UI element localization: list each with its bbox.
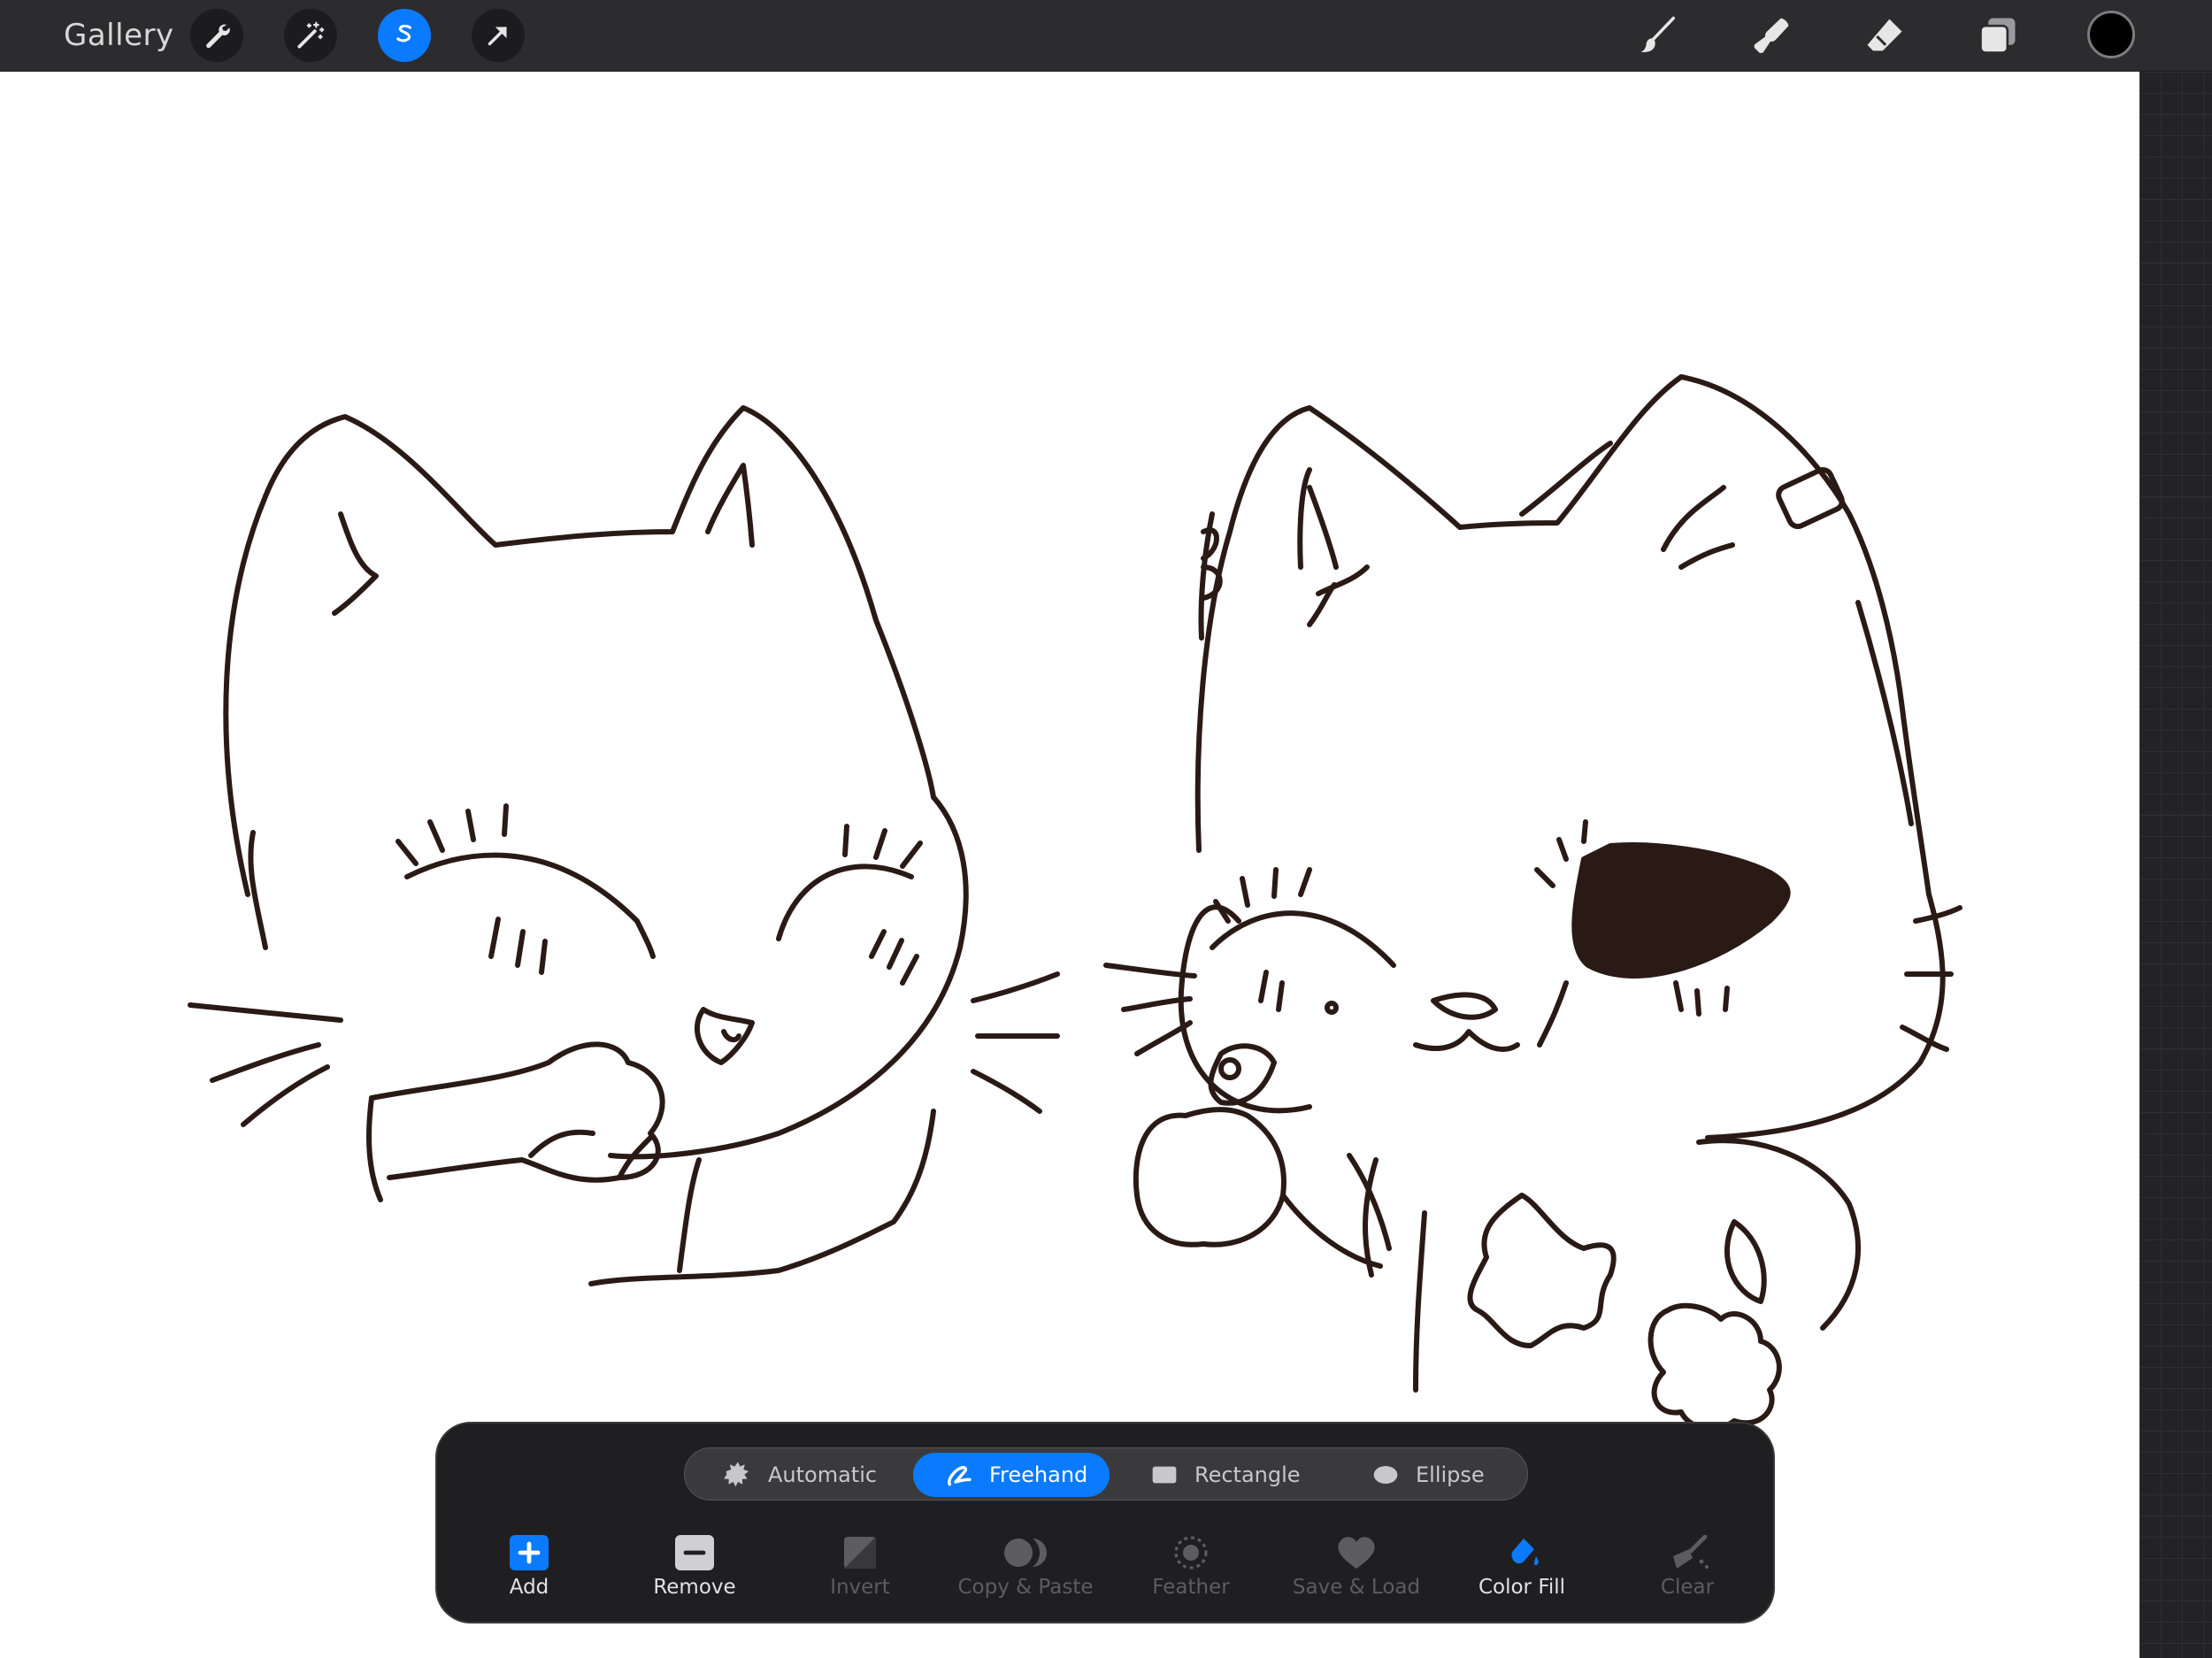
save-load-button[interactable]: Save & Load <box>1286 1533 1427 1613</box>
eraser-button[interactable] <box>1860 12 1909 58</box>
color-fill-button[interactable]: Color Fill <box>1451 1533 1593 1613</box>
copy-paste-icon <box>1004 1539 1047 1567</box>
mode-rectangle[interactable]: Rectangle <box>1118 1453 1331 1497</box>
freehand-lasso-icon <box>948 1465 972 1486</box>
magic-wand-icon <box>297 21 325 49</box>
invert-icon <box>844 1537 876 1569</box>
eraser-icon <box>1867 19 1902 51</box>
plus-square-icon <box>510 1535 549 1570</box>
selection-mode-segmented-control: Automatic Freehand Rectangle Ellipse <box>684 1447 1528 1501</box>
mode-automatic-label: Automatic <box>768 1462 878 1487</box>
selection-s-icon <box>396 24 411 42</box>
heart-icon <box>1338 1537 1375 1569</box>
mode-freehand-label: Freehand <box>989 1462 1088 1487</box>
mode-ellipse[interactable]: Ellipse <box>1340 1453 1517 1497</box>
minus-square-icon <box>675 1535 714 1570</box>
add-button[interactable]: Add <box>458 1533 600 1613</box>
feather-label: Feather <box>1152 1576 1230 1599</box>
save-load-label: Save & Load <box>1292 1576 1421 1599</box>
copy-paste-label: Copy & Paste <box>957 1576 1094 1599</box>
smudge-finger-icon <box>1754 18 1789 54</box>
actions-wrench-button[interactable] <box>190 9 243 62</box>
rectangle-icon <box>1152 1466 1177 1484</box>
selection-panel: Automatic Freehand Rectangle Ellipse Add <box>435 1422 1775 1623</box>
color-fill-icon <box>1511 1539 1539 1566</box>
mode-automatic[interactable]: Automatic <box>692 1453 904 1497</box>
add-label: Add <box>509 1576 549 1599</box>
canvas-edge-grid <box>2139 72 2212 1658</box>
drawing-canvas[interactable] <box>0 72 2139 1658</box>
brush-icon <box>1640 16 1676 52</box>
copy-paste-button[interactable]: Copy & Paste <box>955 1533 1096 1613</box>
feather-button[interactable]: Feather <box>1120 1533 1262 1613</box>
feather-icon <box>1174 1536 1208 1570</box>
clear-button[interactable]: Clear <box>1617 1533 1758 1613</box>
remove-button[interactable]: Remove <box>624 1533 765 1613</box>
mode-rectangle-label: Rectangle <box>1194 1462 1301 1487</box>
cat-sketch-artwork <box>188 374 1962 1432</box>
selection-tool-button[interactable] <box>378 9 431 62</box>
paint-brush-button[interactable] <box>1633 12 1683 58</box>
remove-label: Remove <box>653 1576 736 1599</box>
invert-label: Invert <box>830 1576 890 1599</box>
layers-button[interactable] <box>1973 12 2023 58</box>
color-fill-label: Color Fill <box>1478 1576 1566 1599</box>
clear-brush-icon <box>1673 1535 1709 1569</box>
wrench-icon <box>206 24 230 49</box>
color-picker-swatch[interactable] <box>2087 11 2135 58</box>
clear-label: Clear <box>1660 1576 1715 1599</box>
gallery-button[interactable]: Gallery <box>64 16 174 55</box>
invert-button[interactable]: Invert <box>789 1533 931 1613</box>
layers-icon <box>1979 18 2016 54</box>
mode-freehand[interactable]: Freehand <box>913 1453 1110 1497</box>
ellipse-icon <box>1373 1466 1398 1484</box>
mode-ellipse-label: Ellipse <box>1416 1462 1485 1487</box>
automatic-burst-icon <box>724 1462 749 1487</box>
smudge-button[interactable] <box>1747 12 1796 58</box>
arrow-cursor-icon <box>488 27 507 46</box>
adjustments-wand-button[interactable] <box>284 9 337 62</box>
transform-arrow-button[interactable] <box>472 9 525 62</box>
top-toolbar: Gallery <box>0 0 2212 72</box>
